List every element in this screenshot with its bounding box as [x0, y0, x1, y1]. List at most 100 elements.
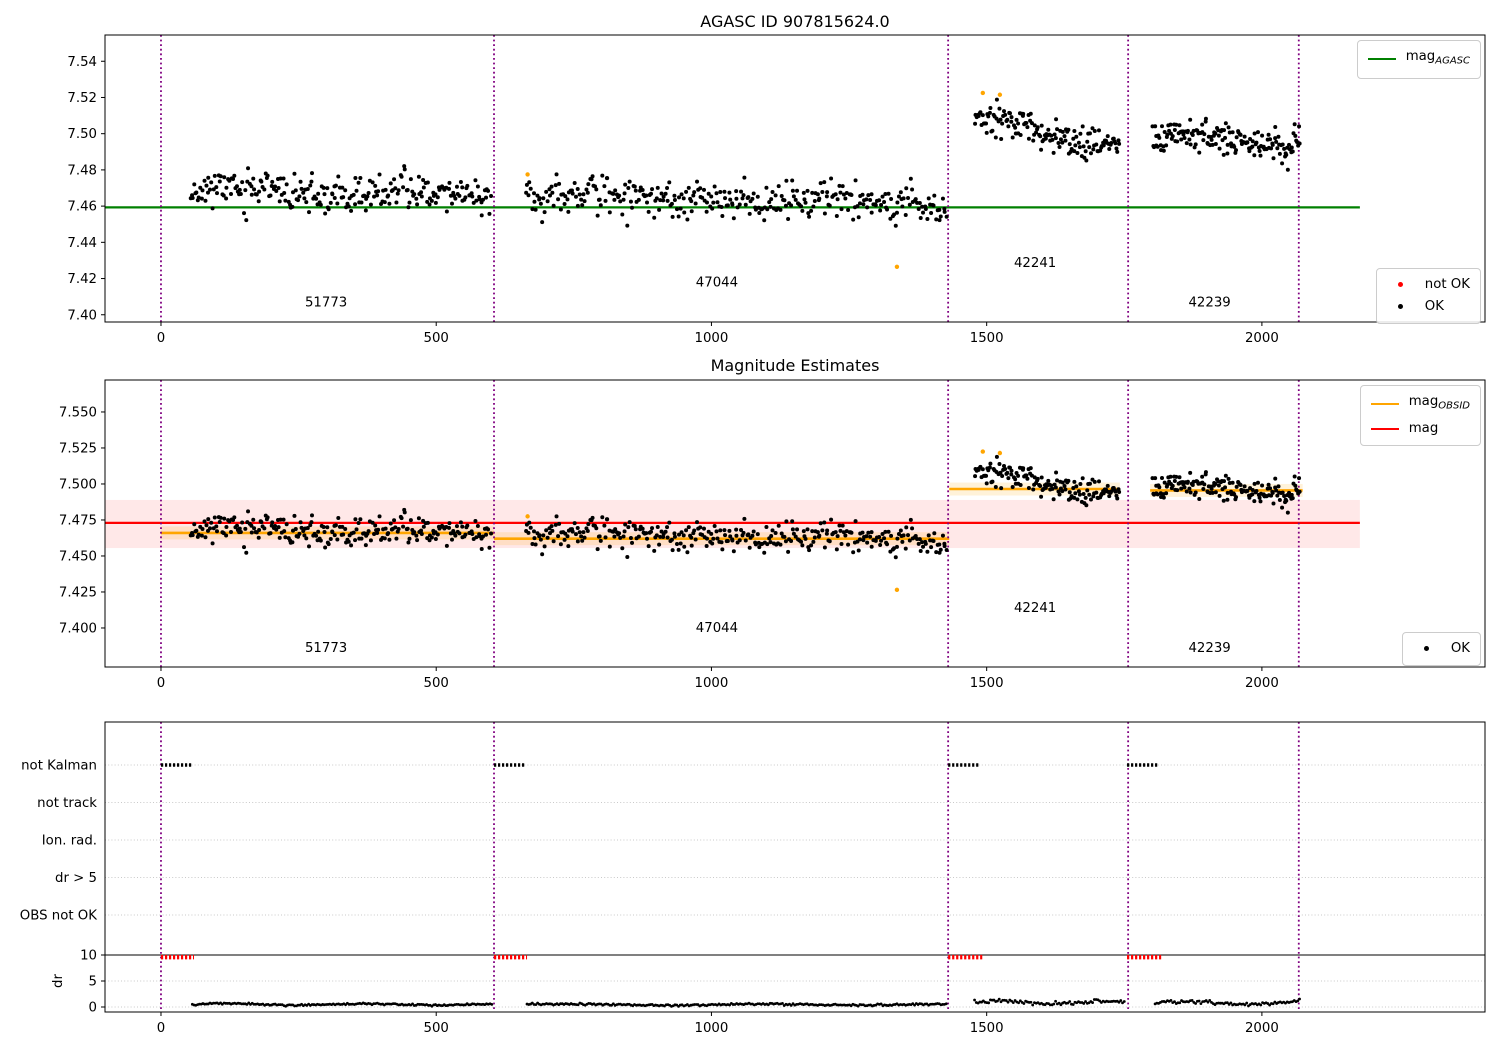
ok-point — [527, 180, 532, 185]
ok-point — [251, 176, 256, 181]
ok-point — [1175, 488, 1180, 493]
ok-point — [607, 544, 612, 549]
ok-point — [290, 204, 295, 209]
dr-axis-label: dr — [51, 974, 66, 988]
ok-point — [693, 537, 698, 542]
x-tick-label: 0 — [157, 1021, 165, 1036]
y-tick-label: 7.500 — [59, 477, 97, 492]
ok-point — [1075, 497, 1080, 502]
ok-point — [1060, 129, 1065, 134]
ok-point — [737, 538, 742, 543]
ok-point — [401, 524, 406, 529]
orange-line-swatch — [1370, 403, 1399, 406]
ok-point — [768, 204, 773, 209]
ok-point — [722, 189, 727, 194]
ok-point — [1052, 132, 1057, 137]
ok-point — [886, 529, 891, 534]
ok-point — [937, 207, 942, 212]
ok-point — [746, 195, 751, 200]
x-tick-label: 500 — [424, 331, 449, 346]
ok-point — [298, 179, 303, 184]
ok-point — [353, 538, 358, 543]
ok-point — [1221, 152, 1226, 157]
ok-point — [918, 549, 923, 554]
ok-point — [889, 533, 894, 538]
obsid-label: 42241 — [1014, 601, 1056, 616]
ok-point — [532, 199, 537, 204]
ok-point — [1113, 141, 1118, 146]
ok-point — [698, 525, 703, 530]
obsid-label: 42241 — [1014, 256, 1056, 271]
ok-point — [214, 191, 219, 196]
ok-point — [598, 538, 603, 543]
ok-point — [475, 184, 480, 189]
ok-point — [818, 521, 823, 526]
not-ok-point — [997, 92, 1003, 97]
dr-trace-point — [1054, 999, 1057, 1003]
ok-point — [770, 528, 775, 533]
ok-point — [839, 207, 844, 212]
ok-point — [277, 199, 282, 204]
ok-point — [1226, 476, 1231, 481]
y-tick-label: 7.44 — [67, 236, 97, 251]
ok-point — [1258, 499, 1263, 504]
ok-point — [1225, 151, 1230, 156]
ok-point — [302, 196, 307, 201]
ok-point — [918, 216, 923, 221]
dr-trace-point — [1169, 998, 1173, 1002]
ok-point — [412, 192, 417, 197]
ok-point — [986, 114, 991, 119]
ok-point — [809, 208, 814, 213]
ok-point — [803, 200, 808, 205]
ok-point — [665, 535, 670, 540]
ok-point — [465, 523, 470, 528]
ok-point — [212, 173, 217, 178]
ok-point — [686, 185, 691, 190]
ok-point — [857, 537, 862, 542]
dr-trace-point — [997, 997, 1001, 1001]
ok-point — [786, 549, 791, 554]
ok-point — [676, 547, 681, 552]
ok-point — [822, 520, 827, 525]
ok-point — [527, 520, 532, 525]
ok-point — [1185, 128, 1190, 133]
ok-point — [349, 208, 354, 213]
ok-point — [545, 199, 550, 204]
ok-point — [328, 200, 333, 205]
ok-point — [582, 199, 587, 204]
ok-point — [725, 203, 730, 208]
ok-point — [684, 528, 689, 533]
ok-point — [670, 214, 675, 219]
ok-point — [454, 184, 459, 189]
ok-point — [709, 531, 714, 536]
ok-point — [402, 510, 407, 515]
ok-point — [1230, 130, 1235, 135]
ok-point — [999, 486, 1004, 491]
y-tick-label: 7.40 — [67, 308, 97, 323]
ok-point — [565, 534, 570, 539]
dr-trace-point — [944, 1002, 948, 1006]
ok-point — [214, 524, 219, 529]
dr-trace-point — [1068, 1000, 1072, 1003]
ok-point — [1018, 482, 1023, 487]
ok-point — [711, 536, 716, 541]
ok-point — [900, 204, 905, 209]
ok-point — [665, 185, 670, 190]
ok-point — [1270, 490, 1275, 495]
ok-point — [558, 207, 563, 212]
ok-point — [741, 193, 746, 198]
ok-point — [1187, 137, 1192, 142]
y-tick-label: 7.46 — [67, 200, 97, 215]
ok-point — [341, 195, 346, 200]
ok-point — [370, 180, 375, 185]
ok-point — [1297, 141, 1302, 146]
ok-point — [1200, 122, 1205, 127]
ok-point — [1013, 125, 1018, 130]
ok-point — [988, 461, 993, 466]
ok-point — [540, 552, 545, 557]
x-tick-label: 1500 — [970, 1021, 1004, 1036]
ok-point — [1159, 124, 1164, 129]
ok-point — [1039, 494, 1044, 499]
ok-point — [489, 531, 494, 536]
ok-point — [1013, 477, 1018, 482]
